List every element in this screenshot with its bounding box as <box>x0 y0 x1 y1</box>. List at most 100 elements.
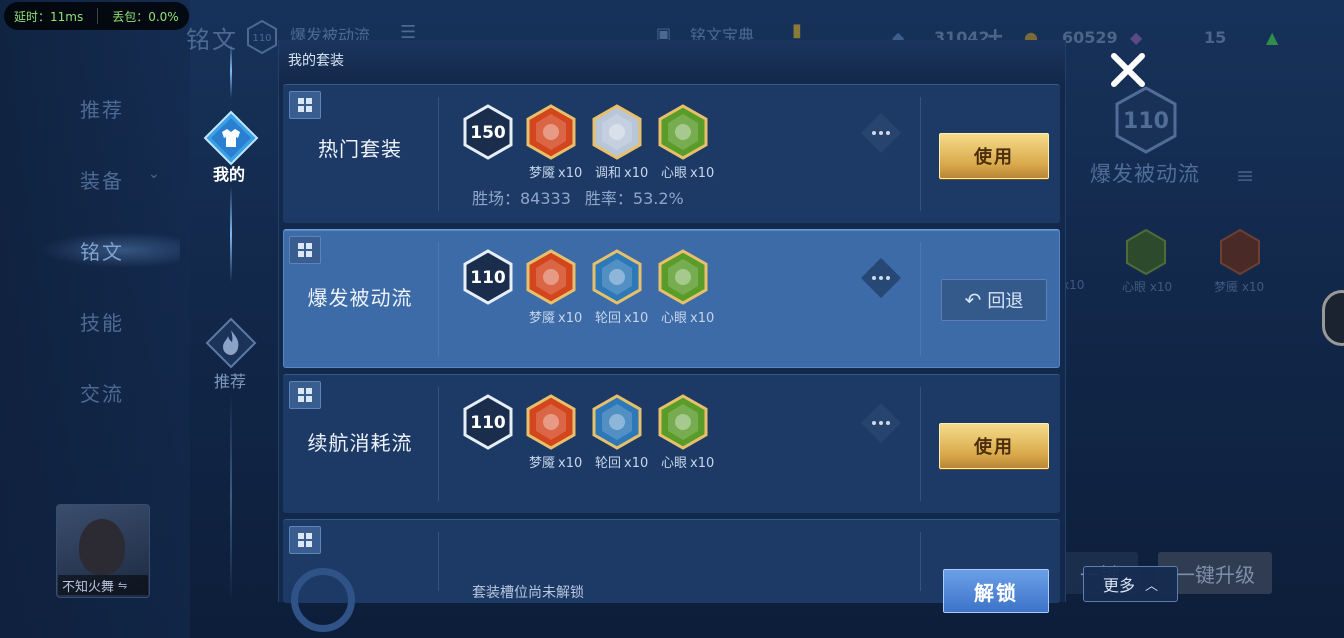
rune-label: 梦魇 x10 <box>529 162 582 181</box>
set-grid-button[interactable] <box>289 236 321 264</box>
nav-item-equipment[interactable]: 装备 <box>80 165 124 194</box>
card-divider <box>438 532 439 591</box>
one-key-upgrade-label: 一键升级 <box>1175 562 1255 587</box>
gem-icon: ◆ <box>1130 28 1143 47</box>
rune-icon[interactable] <box>526 249 576 305</box>
rune-count: x10 <box>624 311 649 326</box>
rune-icon[interactable] <box>592 249 642 305</box>
set-level-text: 110 <box>470 268 506 288</box>
card-divider <box>920 97 921 211</box>
chevron-down-icon: ⌄ <box>148 166 160 182</box>
set-level-badge-icon: 150 <box>463 104 513 160</box>
set-level-badge-icon: 110 <box>463 394 513 450</box>
use-label: 使用 <box>974 437 1014 458</box>
set-grid-button[interactable] <box>289 526 321 554</box>
set-grid-button[interactable] <box>289 91 321 119</box>
tab-my-sets[interactable]: 我的 <box>213 161 245 185</box>
tab-recommended[interactable]: 推荐 <box>214 368 246 392</box>
wifi-icon: ▲ <box>1266 28 1279 47</box>
set-card[interactable]: 套装槽位尚未解锁 解锁 <box>283 519 1060 632</box>
more-options-icon[interactable] <box>859 111 903 155</box>
card-divider <box>920 387 921 501</box>
rune-name: 轮回 <box>595 311 622 326</box>
rune-name: 梦魇 <box>529 166 556 181</box>
unlock-button[interactable]: 解锁 <box>943 569 1049 613</box>
rune-icon[interactable] <box>592 104 642 160</box>
rune-icon[interactable] <box>526 394 576 450</box>
nav-item-skills[interactable]: 技能 <box>80 307 124 336</box>
rune-icon[interactable] <box>526 104 576 160</box>
rune-name: 心眼 <box>661 311 688 326</box>
rune-label: 轮回 x10 <box>595 452 648 471</box>
network-status: 延时：11ms 丢包：0.0% <box>4 2 189 30</box>
swap-icon: ⇋ <box>118 578 128 592</box>
header-level-text: 110 <box>252 33 271 44</box>
set-level-badge-icon: 110 <box>463 249 513 305</box>
card-divider <box>438 242 439 356</box>
rune-name: 梦魇 <box>529 311 556 326</box>
rune-name: 心眼 <box>661 456 688 471</box>
rune-label: 轮回 x10 <box>595 307 648 326</box>
rune-icon[interactable] <box>592 394 642 450</box>
more-options-icon[interactable] <box>859 256 903 300</box>
rune-icon[interactable] <box>658 249 708 305</box>
rail-line-middle <box>230 186 232 282</box>
rune-icon[interactable] <box>658 394 708 450</box>
coin-count: 60529 <box>1062 28 1118 47</box>
grid-icon <box>298 533 312 547</box>
rune-icon[interactable] <box>658 104 708 160</box>
set-grid-button[interactable] <box>289 381 321 409</box>
recommended-tab-icon[interactable] <box>204 316 258 370</box>
rune-name: 心眼 <box>661 166 688 181</box>
rune-count: x10 <box>558 311 583 326</box>
chevron-up-icon: ︿ <box>1145 578 1159 594</box>
set-stats: 胜场：84333 胜率：53.2% <box>472 185 698 209</box>
right-level-badge-icon: 110 <box>1115 86 1177 154</box>
my-sets-tab-icon[interactable] <box>203 110 259 166</box>
more-label: 更多 <box>1102 576 1135 595</box>
set-card[interactable]: 热门套装 150 梦魇 x10 调和 x10 心眼 x10 胜场：84333 胜率：53.2% 使用 <box>283 84 1060 223</box>
locked-slot-text: 套装槽位尚未解锁 <box>472 585 584 601</box>
side-drawer-handle[interactable] <box>1322 290 1344 346</box>
win-rate-stat: 胜率：53.2% <box>584 189 684 208</box>
card-divider <box>438 97 439 211</box>
use-button[interactable]: 使用 <box>939 423 1049 469</box>
list-toggle-icon[interactable]: ≡ <box>1236 164 1254 189</box>
unlock-label: 解锁 <box>974 580 1018 605</box>
nav-item-runes[interactable]: 铭文 <box>80 236 124 265</box>
nav-item-recommended[interactable]: 推荐 <box>80 94 124 123</box>
rune-count: x10 <box>690 456 715 471</box>
hero-name: 不知火舞 <box>62 579 115 595</box>
rune-book-icon: ▮ <box>792 20 802 41</box>
rail-line-bottom <box>230 392 232 602</box>
more-button[interactable]: 更多 ︿ <box>1083 566 1178 602</box>
rune-label: 梦魇 x10 <box>529 452 582 471</box>
hero-portrait <box>79 519 125 575</box>
level-badge-icon: 110 <box>247 20 277 54</box>
card-divider <box>438 387 439 501</box>
set-level-text: 150 <box>470 123 506 143</box>
rune-count: x10 <box>624 166 649 181</box>
rail-line-top <box>230 44 232 98</box>
set-name: 爆发被动流 <box>307 286 413 310</box>
rune-count: x10 <box>558 456 583 471</box>
close-icon[interactable] <box>1108 50 1148 90</box>
set-card[interactable]: 爆发被动流 110 梦魇 x10 轮回 x10 心眼 x10 ↶ 回退 <box>283 229 1060 368</box>
rune-count: x10 <box>690 166 715 181</box>
rune-name: 梦魇 <box>529 456 556 471</box>
set-name: 续航消耗流 <box>307 431 413 455</box>
use-button[interactable]: 使用 <box>939 133 1049 179</box>
set-name: 热门套装 <box>318 137 402 161</box>
nav-item-community[interactable]: 交流 <box>80 378 124 407</box>
rune-name: 轮回 <box>595 456 622 471</box>
set-card[interactable]: 续航消耗流 110 梦魇 x10 轮回 x10 心眼 x10 使用 <box>283 374 1060 513</box>
latency-text: 延时：11ms <box>14 9 84 24</box>
packet-loss-text: 丢包：0.0% <box>112 9 179 24</box>
right-level-text: 110 <box>1123 109 1169 134</box>
my-sets-panel: 我的套装 热门套装 150 梦魇 x10 调和 x10 心眼 x10 胜场：84333 胜率：53… <box>278 40 1066 632</box>
more-options-icon[interactable] <box>859 401 903 445</box>
hero-name-bar[interactable]: 不知火舞 ⇋ <box>58 575 148 595</box>
grid-icon <box>298 98 312 112</box>
set-level-text: 110 <box>470 413 506 433</box>
undo-button[interactable]: ↶ 回退 <box>941 279 1047 321</box>
